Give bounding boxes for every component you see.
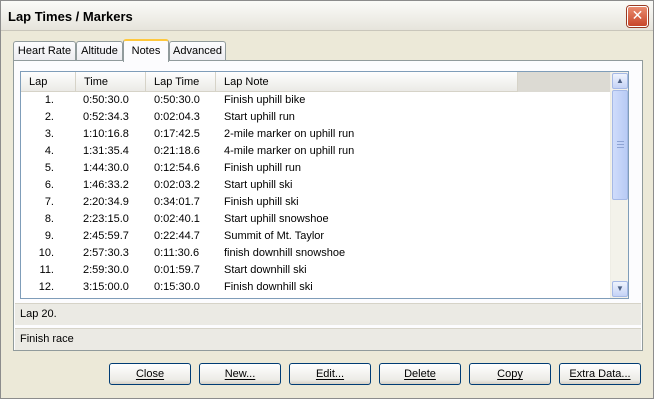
- cell-lap-note: Start uphill run: [224, 111, 295, 123]
- cell-time: 2:23:15.0: [83, 213, 129, 225]
- cell-lap-note: 4-mile marker on uphill run: [224, 145, 355, 157]
- cell-lap-note: Start uphill snowshoe: [224, 213, 329, 225]
- list-body: 1. 0:50:30.0 0:50:30.0 Finish uphill bik…: [21, 92, 610, 296]
- cell-lap-time: 0:02:40.1: [154, 213, 200, 225]
- cell-lap: 8.: [44, 213, 54, 225]
- cell-time: 1:46:33.2: [83, 179, 129, 191]
- tab-advanced[interactable]: Advanced: [169, 41, 226, 61]
- lap-times-dialog: Lap Times / Markers ✕ Heart Rate Altitud…: [0, 0, 654, 399]
- cell-lap-note: Summit of Mt. Taylor: [224, 230, 325, 242]
- column-header-lap-time[interactable]: Lap Time: [146, 72, 216, 92]
- table-row[interactable]: 5. 1:44:30.0 0:12:54.6 Finish uphill run: [21, 160, 610, 177]
- cell-lap-note: Finish uphill bike: [224, 94, 306, 106]
- cell-lap-time: 0:15:30.0: [154, 281, 200, 293]
- cell-lap: 4.: [44, 145, 54, 157]
- cell-lap: 6.: [44, 179, 54, 191]
- cell-time: 1:10:16.8: [83, 128, 129, 140]
- cell-lap: 10.: [38, 247, 54, 259]
- cell-lap-note: Start downhill ski: [224, 264, 307, 276]
- new-button[interactable]: New...: [199, 363, 281, 385]
- cell-time: 2:59:30.0: [83, 264, 129, 276]
- table-row[interactable]: 12. 3:15:00.0 0:15:30.0 Finish downhill …: [21, 279, 610, 296]
- cell-lap-time: 0:34:01.7: [154, 196, 200, 208]
- notes-panel: Lap Time Lap Time Lap Note 1. 0:50:30.0 …: [13, 60, 643, 351]
- scroll-up-icon[interactable]: ▲: [612, 73, 628, 89]
- cell-lap-note: finish downhill snowshoe: [224, 247, 346, 259]
- cell-lap-note: 2-mile marker on uphill run: [224, 128, 355, 140]
- cell-lap-time: 0:50:30.0: [154, 94, 200, 106]
- close-icon[interactable]: ✕: [627, 6, 648, 27]
- cell-lap-note: Start uphill ski: [224, 179, 293, 191]
- table-row[interactable]: 6. 1:46:33.2 0:02:03.2 Start uphill ski: [21, 177, 610, 194]
- window-title: Lap Times / Markers: [8, 9, 133, 24]
- column-header-lap[interactable]: Lap: [21, 72, 76, 92]
- list-header: Lap Time Lap Time Lap Note: [21, 72, 610, 92]
- cell-lap-time: 0:12:54.6: [154, 162, 200, 174]
- column-header-time[interactable]: Time: [76, 72, 146, 92]
- cell-lap-time: 0:01:59.7: [154, 264, 200, 276]
- table-row[interactable]: 10. 2:57:30.3 0:11:30.6 finish downhill …: [21, 245, 610, 262]
- scrollbar-thumb[interactable]: [612, 90, 628, 200]
- cell-lap-note: Finish uphill ski: [224, 196, 299, 208]
- table-row[interactable]: 11. 2:59:30.0 0:01:59.7 Start downhill s…: [21, 262, 610, 279]
- tab-heart-rate[interactable]: Heart Rate: [13, 41, 76, 61]
- table-row[interactable]: 9. 2:45:59.7 0:22:44.7 Summit of Mt. Tay…: [21, 228, 610, 245]
- cell-lap-time: 0:02:04.3: [154, 111, 200, 123]
- cell-lap: 2.: [44, 111, 54, 123]
- cell-time: 0:52:34.3: [83, 111, 129, 123]
- tab-altitude[interactable]: Altitude: [76, 41, 123, 61]
- table-row[interactable]: 4. 1:31:35.4 0:21:18.6 4-mile marker on …: [21, 143, 610, 160]
- cell-time: 0:50:30.0: [83, 94, 129, 106]
- cell-lap-time: 0:22:44.7: [154, 230, 200, 242]
- cell-lap: 9.: [44, 230, 54, 242]
- cell-lap-note: Finish downhill ski: [224, 281, 313, 293]
- extra-data-button[interactable]: Extra Data...: [559, 363, 641, 385]
- cell-lap-time: 0:11:30.6: [154, 247, 200, 259]
- table-row[interactable]: 3. 1:10:16.8 0:17:42.5 2-mile marker on …: [21, 126, 610, 143]
- cell-lap: 11.: [39, 264, 54, 276]
- close-button[interactable]: Close: [109, 363, 191, 385]
- delete-button[interactable]: Delete: [379, 363, 461, 385]
- cell-time: 1:31:35.4: [83, 145, 129, 157]
- vertical-scrollbar[interactable]: ▲ ▼: [610, 72, 628, 298]
- cell-time: 2:57:30.3: [83, 247, 129, 259]
- column-header-lap-note[interactable]: Lap Note: [216, 72, 518, 92]
- selected-note-field: Finish race: [15, 328, 641, 350]
- title-bar[interactable]: Lap Times / Markers ✕: [1, 1, 653, 31]
- cell-lap-time: 0:21:18.6: [154, 145, 200, 157]
- cell-time: 2:20:34.9: [83, 196, 129, 208]
- table-row[interactable]: 7. 2:20:34.9 0:34:01.7 Finish uphill ski: [21, 194, 610, 211]
- cell-lap: 3.: [44, 128, 54, 140]
- tab-notes[interactable]: Notes: [123, 39, 169, 62]
- copy-button[interactable]: Copy: [469, 363, 551, 385]
- scroll-down-icon[interactable]: ▼: [612, 281, 628, 297]
- cell-lap: 1.: [44, 94, 54, 106]
- cell-time: 3:15:00.0: [83, 281, 129, 293]
- table-row[interactable]: 8. 2:23:15.0 0:02:40.1 Start uphill snow…: [21, 211, 610, 228]
- table-row[interactable]: 1. 0:50:30.0 0:50:30.0 Finish uphill bik…: [21, 92, 610, 109]
- cell-lap-note: Finish uphill run: [224, 162, 302, 174]
- cell-lap: 7.: [44, 196, 54, 208]
- cell-lap-time: 0:02:03.2: [154, 179, 200, 191]
- cell-lap-time: 0:17:42.5: [154, 128, 200, 140]
- edit-button[interactable]: Edit...: [289, 363, 371, 385]
- selected-lap-field: Lap 20.: [15, 303, 641, 325]
- cell-time: 2:45:59.7: [83, 230, 129, 242]
- cell-time: 1:44:30.0: [83, 162, 129, 174]
- grip-icon: [617, 141, 624, 148]
- column-header-filler: [518, 72, 610, 92]
- lap-list[interactable]: Lap Time Lap Time Lap Note 1. 0:50:30.0 …: [20, 71, 629, 299]
- cell-lap: 5.: [44, 162, 54, 174]
- table-row[interactable]: 2. 0:52:34.3 0:02:04.3 Start uphill run: [21, 109, 610, 126]
- button-row: Close New... Edit... Delete Copy Extra D…: [1, 363, 654, 385]
- cell-lap: 12.: [38, 281, 54, 293]
